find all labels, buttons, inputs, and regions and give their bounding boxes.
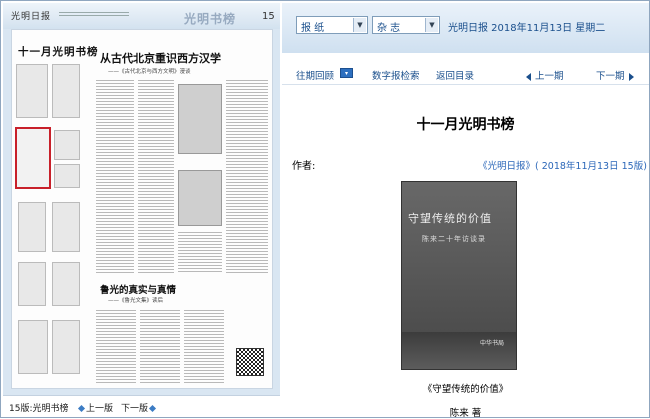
article-illustration <box>178 84 222 154</box>
past-review-dropdown[interactable]: ▾ <box>340 68 353 78</box>
past-review-link[interactable]: 往期回顾 <box>296 68 334 82</box>
diamond-icon <box>148 404 157 412</box>
article-nav-bar: 往期回顾 ▾ 数字报检索 返回目录 上一期 下一期 <box>282 59 649 85</box>
book-cover-thumb[interactable] <box>18 262 46 306</box>
digital-search-link[interactable]: 数字报检索 <box>372 68 420 82</box>
book-cover-thumb[interactable] <box>18 320 48 374</box>
text-column <box>138 78 174 274</box>
book-cover-thumb[interactable] <box>16 64 48 118</box>
book-cover-thumb[interactable] <box>52 262 80 306</box>
next-issue-link[interactable]: 下一期 <box>596 68 634 82</box>
selected-article-area[interactable] <box>15 127 51 189</box>
article-title: 十一月光明书榜 <box>416 117 515 133</box>
article-source: 《光明日报》( 2018年11月13日 15版) <box>478 161 647 172</box>
article1-title[interactable]: 从古代北京重识西方汉学 <box>100 50 221 66</box>
prev-page-link[interactable]: 上一版 <box>77 401 113 414</box>
masthead: 光明日报 <box>11 12 52 22</box>
article2-subtitle: ——《鲁光文集》读后 <box>108 298 164 304</box>
book-cover-thumb[interactable] <box>54 164 80 188</box>
top-bar: 报 纸 ▼ 杂 志 ▼ 光明日报 2018年11月13日 星期二 <box>282 3 649 53</box>
book-author: 陈来 著 <box>449 408 482 419</box>
article-panel: 报 纸 ▼ 杂 志 ▼ 光明日报 2018年11月13日 星期二 往期回顾 ▾ … <box>282 3 649 419</box>
prev-issue-link[interactable]: 上一期 <box>526 68 564 82</box>
article-illustration <box>178 170 222 226</box>
newspaper-select-value: 报 纸 <box>301 23 325 34</box>
cover-subtitle: 陈来二十年访谈录 <box>422 235 486 243</box>
current-page-label: 15版:光明书榜 <box>9 404 69 414</box>
text-column <box>226 78 268 274</box>
text-column <box>178 230 222 274</box>
cover-publisher: 中华书局 <box>480 340 505 347</box>
magazine-select-value: 杂 志 <box>377 23 401 34</box>
diamond-icon <box>77 404 86 412</box>
newspaper-select[interactable]: 报 纸 ▼ <box>296 16 368 34</box>
page-headline: 十一月光明书榜 <box>18 46 99 58</box>
book-cover-image: 守望传统的价值 陈来二十年访谈录 中华书局 <box>401 181 517 370</box>
newspaper-header: 光明日报 光明书榜 15 <box>3 3 280 29</box>
dateline-rule <box>59 12 129 16</box>
triangle-right-icon <box>628 72 634 81</box>
section-title: 光明书榜 <box>184 12 237 26</box>
next-page-label[interactable]: 下一版 <box>121 404 148 414</box>
page-nav-bar: 15版:光明书榜 上一版 下一版 <box>3 395 280 417</box>
author-label: 作者: <box>292 161 316 172</box>
book-cover-thumb[interactable] <box>54 130 80 160</box>
text-column <box>96 308 136 384</box>
qr-code <box>236 348 264 376</box>
header-date: 光明日报 2018年11月13日 星期二 <box>448 23 606 34</box>
chevron-down-icon[interactable]: ▼ <box>425 18 438 32</box>
magazine-select[interactable]: 杂 志 ▼ <box>372 16 440 34</box>
text-column <box>184 308 224 384</box>
cover-sky <box>402 182 516 332</box>
text-column <box>140 308 180 384</box>
book-cover-thumb[interactable] <box>52 202 80 252</box>
article2-title[interactable]: 鲁光的真实与真情 <box>100 282 176 296</box>
next-page-link[interactable]: 下一版 <box>121 401 157 414</box>
chevron-down-icon[interactable]: ▼ <box>353 18 366 32</box>
prev-issue-label[interactable]: 上一期 <box>535 71 564 82</box>
book-cover-thumb[interactable] <box>18 202 46 252</box>
triangle-left-icon <box>526 72 531 81</box>
back-to-contents-link[interactable]: 返回目录 <box>436 68 474 82</box>
cover-title: 守望传统的价值 <box>408 212 492 225</box>
book-cover-thumb[interactable] <box>52 320 80 374</box>
text-column <box>96 78 134 274</box>
article1-subtitle: ——《古代北京与西方文明》漫谈 <box>108 69 191 75</box>
book-cover-thumb[interactable] <box>52 64 80 118</box>
book-caption: 《守望传统的价值》 <box>422 384 509 395</box>
page-number: 15 <box>262 11 275 22</box>
window: 光明日报 光明书榜 15 十一月光明书榜 从古代北京重识西方汉学 ——《古代北京… <box>0 0 650 419</box>
next-issue-label[interactable]: 下一期 <box>596 71 625 82</box>
newspaper-page[interactable]: 十一月光明书榜 从古代北京重识西方汉学 ——《古代北京与西方文明》漫谈 鲁光的真… <box>11 29 273 389</box>
prev-page-label[interactable]: 上一版 <box>86 404 113 414</box>
newspaper-panel: 光明日报 光明书榜 15 十一月光明书榜 从古代北京重识西方汉学 ——《古代北京… <box>3 3 280 417</box>
